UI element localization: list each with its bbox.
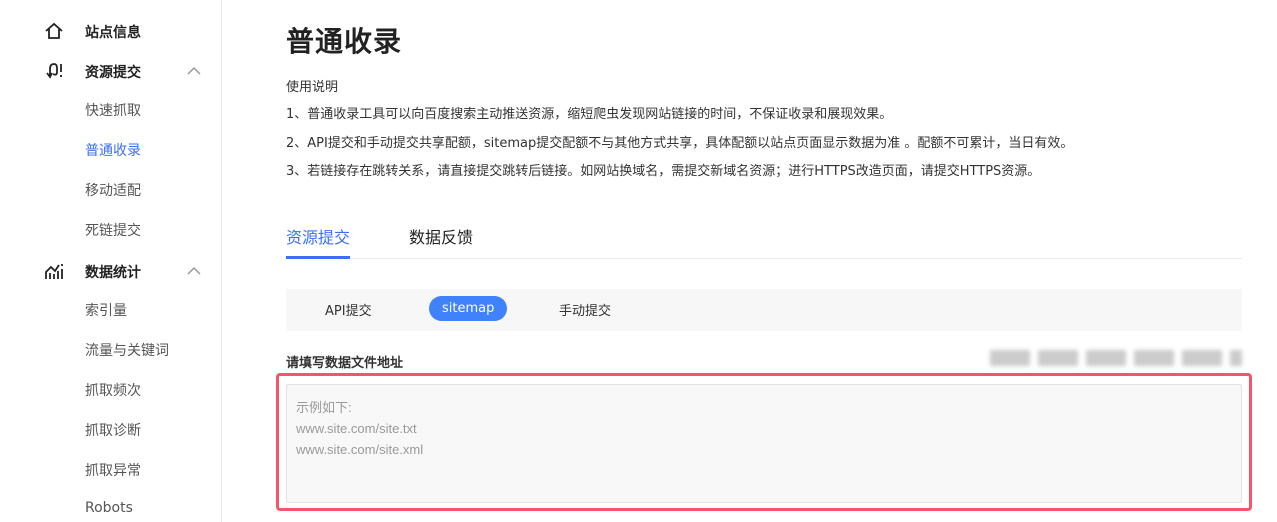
sitemap-url-textarea[interactable]: 示例如下: www.site.com/site.txt www.site.com… [286,384,1242,503]
sidebar-item-robots[interactable]: Robots [85,500,133,516]
sidebar-item-normal-index[interactable]: 普通收录 [85,140,141,160]
method-manual[interactable]: 手动提交 [559,300,611,319]
sidebar-group-data-stats[interactable]: 数据统计 [0,251,221,291]
sidebar-item-label: 资源提交 [85,65,141,81]
sidebar-item-quick-crawl[interactable]: 快速抓取 [85,100,141,120]
chevron-up-icon[interactable] [186,263,202,279]
sidebar-item-mobile-adapt[interactable]: 移动适配 [85,180,141,200]
sidebar-item-crawl-error[interactable]: 抓取异常 [85,460,141,480]
sidebar-item-crawl-diagnose[interactable]: 抓取诊断 [85,420,141,440]
method-api[interactable]: API提交 [325,300,372,319]
chevron-up-icon[interactable] [186,63,202,79]
tab-data-feedback[interactable]: 数据反馈 [409,224,473,248]
page-title: 普通收录 [286,25,403,58]
sidebar-item-label: 站点信息 [85,25,141,41]
home-icon [45,22,63,39]
submit-icon [46,63,62,79]
redacted-text [990,350,1242,366]
sidebar-item-index[interactable]: 索引量 [85,300,127,320]
instructions-title: 使用说明 [286,80,339,95]
method-sitemap[interactable]: sitemap [429,296,508,321]
submit-method-selector: API提交 sitemap 手动提交 [286,289,1242,331]
tab-resource-submit[interactable]: 资源提交 [286,224,351,259]
chart-icon [45,264,63,279]
sidebar-item-site-info[interactable]: 站点信息 [0,11,221,51]
sidebar-item-dead-link[interactable]: 死链提交 [85,220,141,240]
sidebar: 站点信息 资源提交 快速抓取 普通收录 移动适配 死链提交 数据统计 索引量 流… [0,0,222,522]
sidebar-item-label: 数据统计 [85,265,141,281]
instruction-line: 1、普通收录工具可以向百度搜索主动推送资源，缩短爬虫发现网站链接的时间，不保证收… [286,107,893,122]
field-label: 请填写数据文件地址 [286,356,404,371]
tab-bar: 资源提交 数据反馈 [286,216,1242,259]
sidebar-group-resource-submit[interactable]: 资源提交 [0,51,221,91]
instruction-line: 2、API提交和手动提交共享配额，sitemap提交配额不与其他方式共享，具体配… [286,136,1074,151]
sidebar-item-crawl-freq[interactable]: 抓取频次 [85,380,141,400]
sidebar-item-traffic[interactable]: 流量与关键词 [85,340,169,360]
instruction-line: 3、若链接存在跳转关系，请直接提交跳转后链接。如网站换域名，需提交新域名资源；进… [286,164,1041,179]
